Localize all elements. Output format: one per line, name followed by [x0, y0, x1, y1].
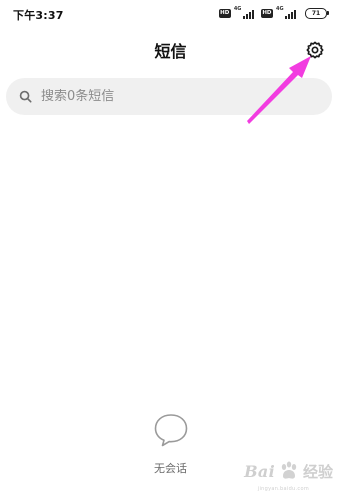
- page-title: 短信: [154, 42, 187, 61]
- search-icon: [18, 90, 32, 104]
- gear-icon: [306, 41, 324, 59]
- battery-level: 71: [311, 9, 321, 17]
- network-type-sim1: 4G: [233, 5, 242, 12]
- paw-logo-icon: [281, 461, 297, 479]
- network-type-sim2: 4G: [276, 5, 284, 12]
- signal-icon-sim1: 4G: [233, 5, 254, 19]
- status-indicators: HD 4G HD 4G 71: [218, 5, 329, 19]
- settings-button[interactable]: [303, 38, 327, 62]
- search-bar[interactable]: [6, 78, 332, 115]
- status-bar: 下午3:37 HD 4G HD 4G 71: [0, 0, 341, 26]
- watermark-brand-suffix: 经验: [302, 462, 333, 481]
- watermark-brand: Bai: [244, 461, 275, 481]
- watermark-url: jingyan.baidu.com: [257, 486, 309, 492]
- hd-badge-sim1: HD: [218, 8, 231, 18]
- chat-bubble-icon: [154, 414, 187, 447]
- signal-icon-sim2: 4G: [276, 5, 296, 19]
- battery-icon: 71: [305, 7, 329, 19]
- watermark: Bai 经验 jingyan.baidu.com: [244, 460, 333, 492]
- hd-badge-sim2: HD: [260, 8, 273, 18]
- empty-state-text: 无会话: [154, 462, 187, 475]
- status-time: 下午3:37: [13, 9, 64, 22]
- search-input[interactable]: [41, 89, 301, 104]
